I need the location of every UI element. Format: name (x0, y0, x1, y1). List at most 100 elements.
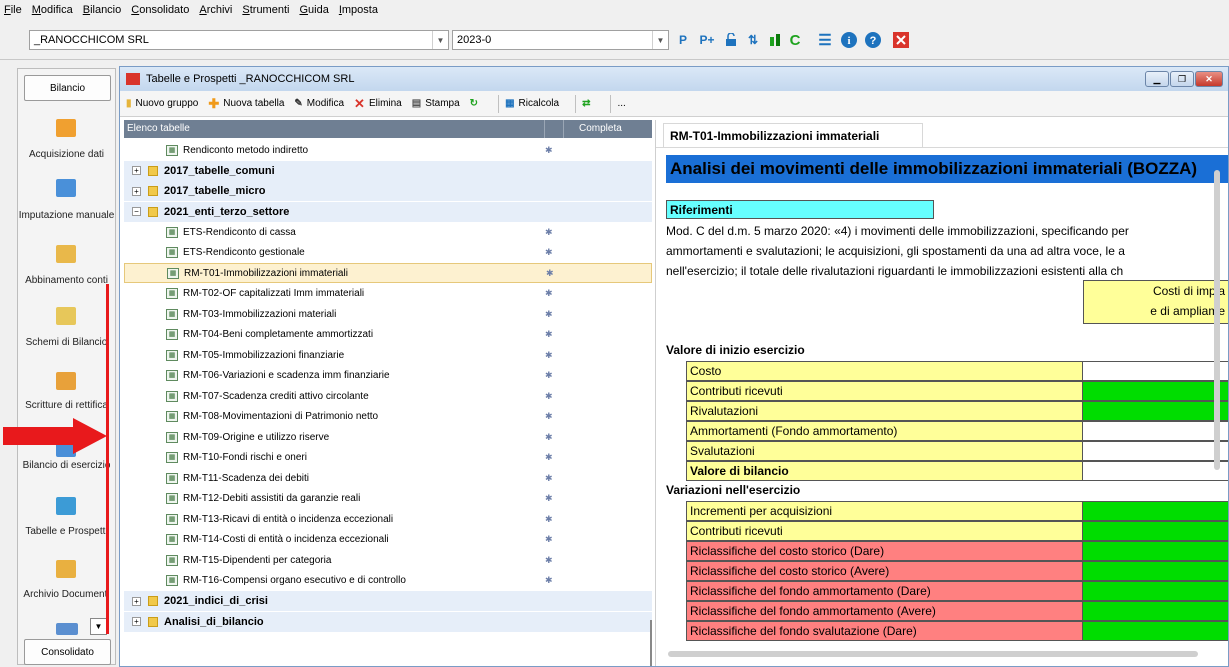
tree-item[interactable]: ▦ RM-T03-Immobilizzazioni materiali ✱ (124, 304, 652, 324)
row-value-cell[interactable] (1082, 601, 1228, 621)
menu-item-strumenti[interactable]: Strumenti (242, 4, 289, 16)
restore-button[interactable]: ❐ (1170, 71, 1194, 87)
row-value-cell[interactable] (1082, 541, 1228, 561)
row-value-cell[interactable] (1082, 421, 1228, 441)
tree-item[interactable]: ▦ RM-T07-Scadenza crediti attivo circolan… (124, 386, 652, 406)
edit-button[interactable]: ✎ Modifica (294, 98, 344, 109)
tree-item[interactable]: ▦ RM-T04-Beni completamente ammortizzati ✱ (124, 325, 652, 345)
tree-group[interactable]: +2017_tabelle_micro (124, 181, 652, 201)
sidebar-item-abbinamento[interactable]: Abbinamento conti (18, 275, 115, 286)
expand-icon[interactable]: + (132, 596, 141, 606)
top-toolbar: _RANOCCHICOM SRL ▼ 2023-0 ▼ P P+ ⇅ C ☰ i… (0, 20, 1229, 60)
tree-item[interactable]: ▦ RM-T16-Compensi organo esecutivo e di c… (124, 571, 652, 591)
tree-item[interactable]: ▦ Rendiconto metodo indiretto ✱ (124, 140, 652, 160)
table-doc-icon: ▦ (166, 554, 178, 566)
tree-item[interactable]: ▦ RM-T02-OF capitalizzati Imm immateriali… (124, 284, 652, 304)
sidebar-item-imputazione[interactable]: Imputazione manuale (18, 210, 115, 221)
bilancio-button[interactable]: Bilancio (24, 75, 111, 101)
filter-icon[interactable]: P (674, 31, 692, 49)
expand-icon[interactable]: + (132, 186, 141, 196)
sidebar-item-bilancio-esercizio[interactable]: Bilancio di esercizio (18, 460, 115, 471)
recalc-button[interactable]: ▦ Ricalcola (505, 98, 559, 109)
table-preview: RM-T01-Immobilizzazioni immateriali Anal… (655, 120, 1228, 666)
preview-hscrollbar[interactable] (668, 651, 1198, 657)
new-group-button[interactable]: ▮ Nuovo gruppo (126, 98, 198, 109)
menu-item-guida[interactable]: Guida (299, 4, 328, 16)
tree-item[interactable]: ▦ RM-T01-Immobilizzazioni immateriali ✱ (124, 263, 652, 283)
new-table-button[interactable]: ✚ Nuova tabella (208, 96, 284, 112)
delete-button[interactable]: ✕ Elimina (354, 96, 402, 112)
minimize-button[interactable]: ▁ (1145, 71, 1169, 87)
row-value-cell[interactable] (1082, 561, 1228, 581)
tree-item[interactable]: ▦ RM-T12-Debiti assistiti da garanzie rea… (124, 489, 652, 509)
sidebar-item-tabelle[interactable]: Tabelle e Prospetti (18, 526, 115, 537)
unlock-icon[interactable] (722, 31, 740, 49)
gear-icon: ✱ (545, 493, 553, 503)
menu-item-consolidato[interactable]: Consolidato (131, 4, 189, 16)
col-completa[interactable]: Completa (579, 123, 622, 134)
print-button[interactable]: ▤ Stampa (412, 98, 460, 109)
tree-group[interactable]: − 2021_enti_terzo_settore (124, 201, 652, 222)
gear-icon: ✱ (545, 513, 553, 524)
expand-icon[interactable]: + (132, 617, 141, 626)
row-value-cell[interactable] (1082, 441, 1228, 461)
collapse-icon[interactable]: − (132, 207, 141, 216)
close-window-button[interactable]: ✕ (1195, 71, 1223, 87)
row-value-cell[interactable] (1082, 381, 1228, 401)
tree-item[interactable]: ▦ RM-T14-Costi di entità o incidenza ecce… (124, 530, 652, 550)
tree-item[interactable]: ▦ RM-T11-Scadenza dei debiti ✱ (124, 468, 652, 488)
row-value-cell[interactable] (1082, 401, 1228, 421)
tree-group[interactable]: +2021_indici_di_crisi (124, 591, 652, 611)
consolidato-button[interactable]: Consolidato (24, 639, 111, 665)
help-icon[interactable]: ? (864, 31, 882, 49)
refresh-table-button[interactable]: ↻ (470, 98, 482, 109)
add-period-icon[interactable]: P+ (698, 31, 716, 49)
expand-icon[interactable]: + (132, 166, 141, 175)
tree-item[interactable]: ▦ RM-T15-Dipendenti per categoria ✱ (124, 550, 652, 570)
refresh-icon[interactable]: C (786, 31, 804, 49)
menu-item-bilancio[interactable]: Bilancio (83, 4, 122, 16)
preview-tab[interactable]: RM-T01-Immobilizzazioni immateriali (663, 123, 923, 147)
swap-button[interactable]: ⇄ (582, 98, 594, 109)
sort-icon[interactable]: ⇅ (744, 31, 762, 49)
tree-group[interactable]: +2017_tabelle_comuni (124, 160, 652, 181)
row-value-cell[interactable] (1082, 581, 1228, 601)
tree-item[interactable]: ▦ ETS-Rendiconto gestionale ✱ (124, 243, 652, 263)
tree-item[interactable]: ▦ ETS-Rendiconto di cassa ✱ (124, 222, 652, 242)
menu-item-modifica[interactable]: Modifica (32, 4, 73, 16)
tree-item[interactable]: ▦ RM-T08-Movimentazioni di Patrimonio net… (124, 407, 652, 427)
row-value-cell[interactable] (1082, 361, 1228, 381)
row-value-cell[interactable] (1082, 621, 1228, 641)
preview-vscrollbar[interactable] (1214, 170, 1220, 470)
sidebar-overflow-button[interactable]: ▼ (90, 618, 107, 635)
sidebar-item-schemi[interactable]: Schemi di Bilancio (18, 337, 115, 348)
more-button[interactable]: ... (617, 98, 625, 109)
sidebar-item-acquisizione[interactable]: Acquisizione dati (18, 149, 115, 160)
col-elenco-tabelle[interactable]: Elenco tabelle (127, 123, 190, 134)
tree-item[interactable]: ▦ RM-T05-Immobilizzazioni finanziarie ✱ (124, 345, 652, 365)
tree-item[interactable]: ▦ RM-T10-Fondi rischi e oneri ✱ (124, 448, 652, 468)
row-value-cell[interactable] (1082, 501, 1228, 521)
sidebar-item-archivio[interactable]: Archivio Documenti (18, 589, 115, 600)
gear-icon: ✱ (545, 349, 553, 360)
info-icon[interactable]: i (840, 31, 858, 49)
sidebar-item-scritture[interactable]: Scritture di rettifica (18, 400, 115, 411)
table-doc-icon: ▦ (166, 247, 178, 258)
gear-icon: ✱ (545, 431, 553, 442)
tree-item[interactable]: ▦ RM-T13-Ricavi di entità o incidenza ecc… (124, 509, 652, 529)
row-value-cell[interactable] (1082, 521, 1228, 541)
period-select[interactable]: 2023-0 ▼ (452, 30, 669, 50)
tree-scrollbar[interactable] (650, 620, 652, 666)
menu-item-archivi[interactable]: Archivi (199, 4, 232, 16)
menu-item-file[interactable]: File (4, 4, 22, 16)
tree-item[interactable]: ▦ RM-T06-Variazioni e scadenza imm finanz… (124, 366, 652, 386)
close-red-icon[interactable] (892, 31, 910, 49)
company-select[interactable]: _RANOCCHICOM SRL ▼ (29, 30, 449, 50)
list-icon[interactable]: ☰ (816, 31, 834, 49)
table-doc-icon: ▦ (166, 534, 178, 545)
tree-group[interactable]: + Analisi_di_bilancio (124, 611, 652, 632)
menu-item-imposta[interactable]: Imposta (339, 4, 378, 16)
row-value-cell[interactable] (1082, 461, 1228, 481)
green-bar-icon[interactable] (766, 31, 784, 49)
tree-item[interactable]: ▦ RM-T09-Origine e utilizzo riserve ✱ (124, 427, 652, 447)
